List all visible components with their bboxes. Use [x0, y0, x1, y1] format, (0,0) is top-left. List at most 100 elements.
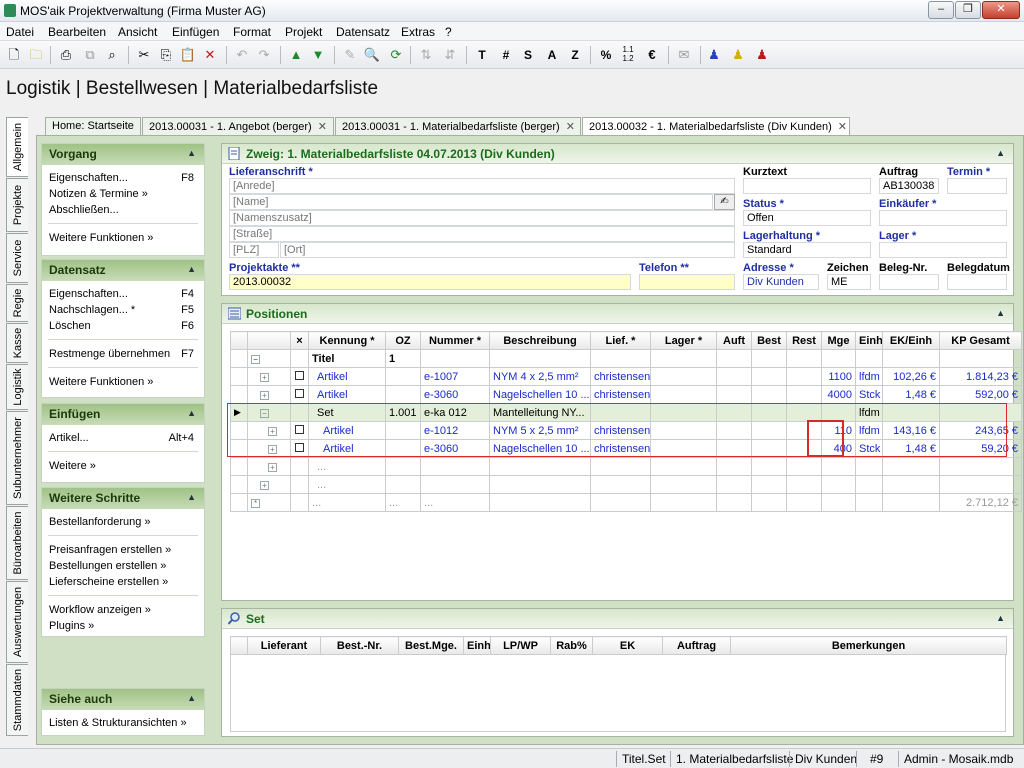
print-preview-icon[interactable]: ⧉ [80, 45, 100, 65]
link-workflow[interactable]: Workflow anzeigen » [49, 604, 151, 616]
menu-ansicht[interactable]: Ansicht [118, 25, 157, 39]
menu-format[interactable]: Format [233, 25, 271, 39]
lager-field[interactable] [879, 242, 1007, 258]
col-lieferant[interactable]: Lieferant [247, 636, 321, 655]
telefon-field[interactable] [639, 274, 735, 290]
ort-field[interactable]: [Ort] [280, 242, 735, 258]
col-lpwp[interactable]: LP/WP [490, 636, 551, 655]
col-rabatt[interactable]: Rab% [550, 636, 593, 655]
collapse-icon[interactable]: − [251, 354, 260, 364]
link-bestellanforderung[interactable]: Bestellanforderung » [49, 516, 151, 528]
doc-tab-startseite[interactable]: Home: Startseite [45, 117, 141, 135]
collapse-icon[interactable]: ▲ [996, 308, 1005, 318]
link-eigenschaften[interactable]: Eigenschaften... [49, 288, 128, 300]
toolbar-z-button[interactable]: Z [565, 45, 585, 65]
col-delete[interactable]: × [290, 331, 309, 350]
table-row[interactable]: + Artikel e-3060 Nagelschellen 10 ... ch… [230, 385, 1022, 404]
kurztext-field[interactable] [743, 178, 871, 194]
link-abschliessen[interactable]: Abschließen... [49, 204, 119, 216]
namenszusatz-field[interactable]: [Namenszusatz] [229, 210, 735, 226]
sort-desc-icon[interactable]: ⇵ [440, 45, 460, 65]
col-lager[interactable]: Lager * [650, 331, 717, 350]
link-listen[interactable]: Listen & Strukturansichten » [49, 717, 187, 729]
col-mge[interactable]: Mge [821, 331, 856, 350]
user-blue-icon[interactable]: ♟ [704, 45, 724, 65]
undo-icon[interactable]: ↶ [232, 45, 252, 65]
close-tab-icon[interactable]: ✕ [838, 121, 847, 133]
signature-icon[interactable]: ✍ [714, 194, 735, 210]
menu-datensatz[interactable]: Datensatz [336, 25, 390, 39]
col-nummer[interactable]: Nummer * [420, 331, 490, 350]
sort-asc-icon[interactable]: ⇅ [416, 45, 436, 65]
link-notizen[interactable]: Notizen & Termine » [49, 188, 148, 200]
link-bestellungen[interactable]: Bestellungen erstellen » [49, 560, 166, 572]
panel-header[interactable]: Einfügen ▲ [42, 404, 204, 425]
link-weitere-funktionen[interactable]: Weitere Funktionen » [49, 376, 153, 388]
move-down-icon[interactable]: ▼ [308, 45, 328, 65]
col-bestmge[interactable]: Best.Mge. [398, 636, 464, 655]
collapse-icon[interactable]: ▲ [187, 492, 196, 502]
row-checkbox[interactable] [295, 388, 304, 398]
link-nachschlagen[interactable]: Nachschlagen... * [49, 304, 135, 316]
user-yellow-icon[interactable]: ♟ [728, 45, 748, 65]
doc-tab-angebot[interactable]: 2013.00031 - 1. Angebot (berger) ✕ [142, 117, 334, 135]
lagerhaltung-field[interactable]: Standard [743, 242, 871, 258]
cut-icon[interactable]: ✂ [134, 45, 154, 65]
collapse-icon[interactable]: ▲ [187, 148, 196, 158]
toolbar-s-button[interactable]: S [518, 45, 538, 65]
close-button[interactable]: ✕ [982, 1, 1020, 19]
einkaeufer-field[interactable] [879, 210, 1007, 226]
zeichen-field[interactable]: ME [827, 274, 871, 290]
menu-bearbeiten[interactable]: Bearbeiten [48, 25, 106, 39]
expand-icon[interactable]: + [260, 480, 269, 490]
name-field[interactable]: [Name] [229, 194, 713, 210]
open-folder-icon[interactable]: 🗀 [26, 45, 46, 65]
minimize-button[interactable]: – [928, 1, 954, 19]
toolbar-percent-button[interactable]: % [596, 45, 616, 65]
col-oz[interactable]: OZ [385, 331, 421, 350]
edit-icon[interactable]: ✎ [340, 45, 360, 65]
link-weitere-funktionen[interactable]: Weitere Funktionen » [49, 232, 153, 244]
table-row[interactable]: + Artikel e-1007 NYM 4 x 2,5 mm² christe… [230, 367, 1022, 386]
expand-icon[interactable]: + [260, 372, 269, 382]
collapse-icon[interactable]: ▲ [187, 264, 196, 274]
collapse-icon[interactable]: ▲ [187, 408, 196, 418]
vtab-auswertungen[interactable]: Auswertungen [6, 581, 28, 663]
link-preisanfragen[interactable]: Preisanfragen erstellen » [49, 544, 171, 556]
vtab-kasse[interactable]: Kasse [6, 323, 28, 363]
auftrag-field[interactable]: AB130038 [879, 178, 939, 194]
status-field[interactable]: Offen [743, 210, 871, 226]
link-weitere[interactable]: Weitere » [49, 460, 96, 472]
vtab-regie[interactable]: Regie [6, 284, 28, 322]
col-bemerkungen[interactable]: Bemerkungen [730, 636, 1007, 655]
col-einh[interactable]: Einh [463, 636, 491, 655]
zoom-icon[interactable]: 🔍 [362, 45, 382, 65]
menu-datei[interactable]: Datei [6, 25, 34, 39]
belegdatum-field[interactable] [947, 274, 1007, 290]
table-row[interactable]: + ... [230, 475, 1022, 494]
menu-extras[interactable]: Extras [401, 25, 435, 39]
collapse-icon[interactable]: ▲ [187, 693, 196, 703]
print-icon[interactable]: ⎙ [56, 45, 76, 65]
refresh-icon[interactable]: ⟳ [386, 45, 406, 65]
strasse-field[interactable]: [Straße] [229, 226, 735, 242]
delete-icon[interactable]: ✕ [200, 45, 220, 65]
mail-icon[interactable]: ✉ [674, 45, 694, 65]
col-ek[interactable]: EK [592, 636, 663, 655]
toolbar-a-button[interactable]: A [542, 45, 562, 65]
belegnr-field[interactable] [879, 274, 939, 290]
close-tab-icon[interactable]: ✕ [318, 121, 327, 133]
vtab-logistik[interactable]: Logistik [6, 364, 28, 410]
termin-field[interactable] [947, 178, 1007, 194]
vtab-stammdaten[interactable]: Stammdaten [6, 664, 28, 736]
link-artikel[interactable]: Artikel... [49, 432, 89, 444]
copy-icon[interactable]: ⎘ [156, 45, 176, 65]
col-best[interactable]: Best [751, 331, 787, 350]
doc-tab-mbl-divkunden[interactable]: 2013.00032 - 1. Materialbedarfsliste (Di… [582, 117, 850, 135]
link-loeschen[interactable]: Löschen [49, 320, 91, 332]
doc-tab-mbl-berger[interactable]: 2013.00031 - 1. Materialbedarfsliste (be… [335, 117, 581, 135]
user-red-icon[interactable]: ♟ [752, 45, 772, 65]
search-icon[interactable]: ⌕ [102, 45, 122, 65]
paste-icon[interactable]: 📋 [178, 45, 198, 65]
menu-einfuegen[interactable]: Einfügen [172, 25, 219, 39]
